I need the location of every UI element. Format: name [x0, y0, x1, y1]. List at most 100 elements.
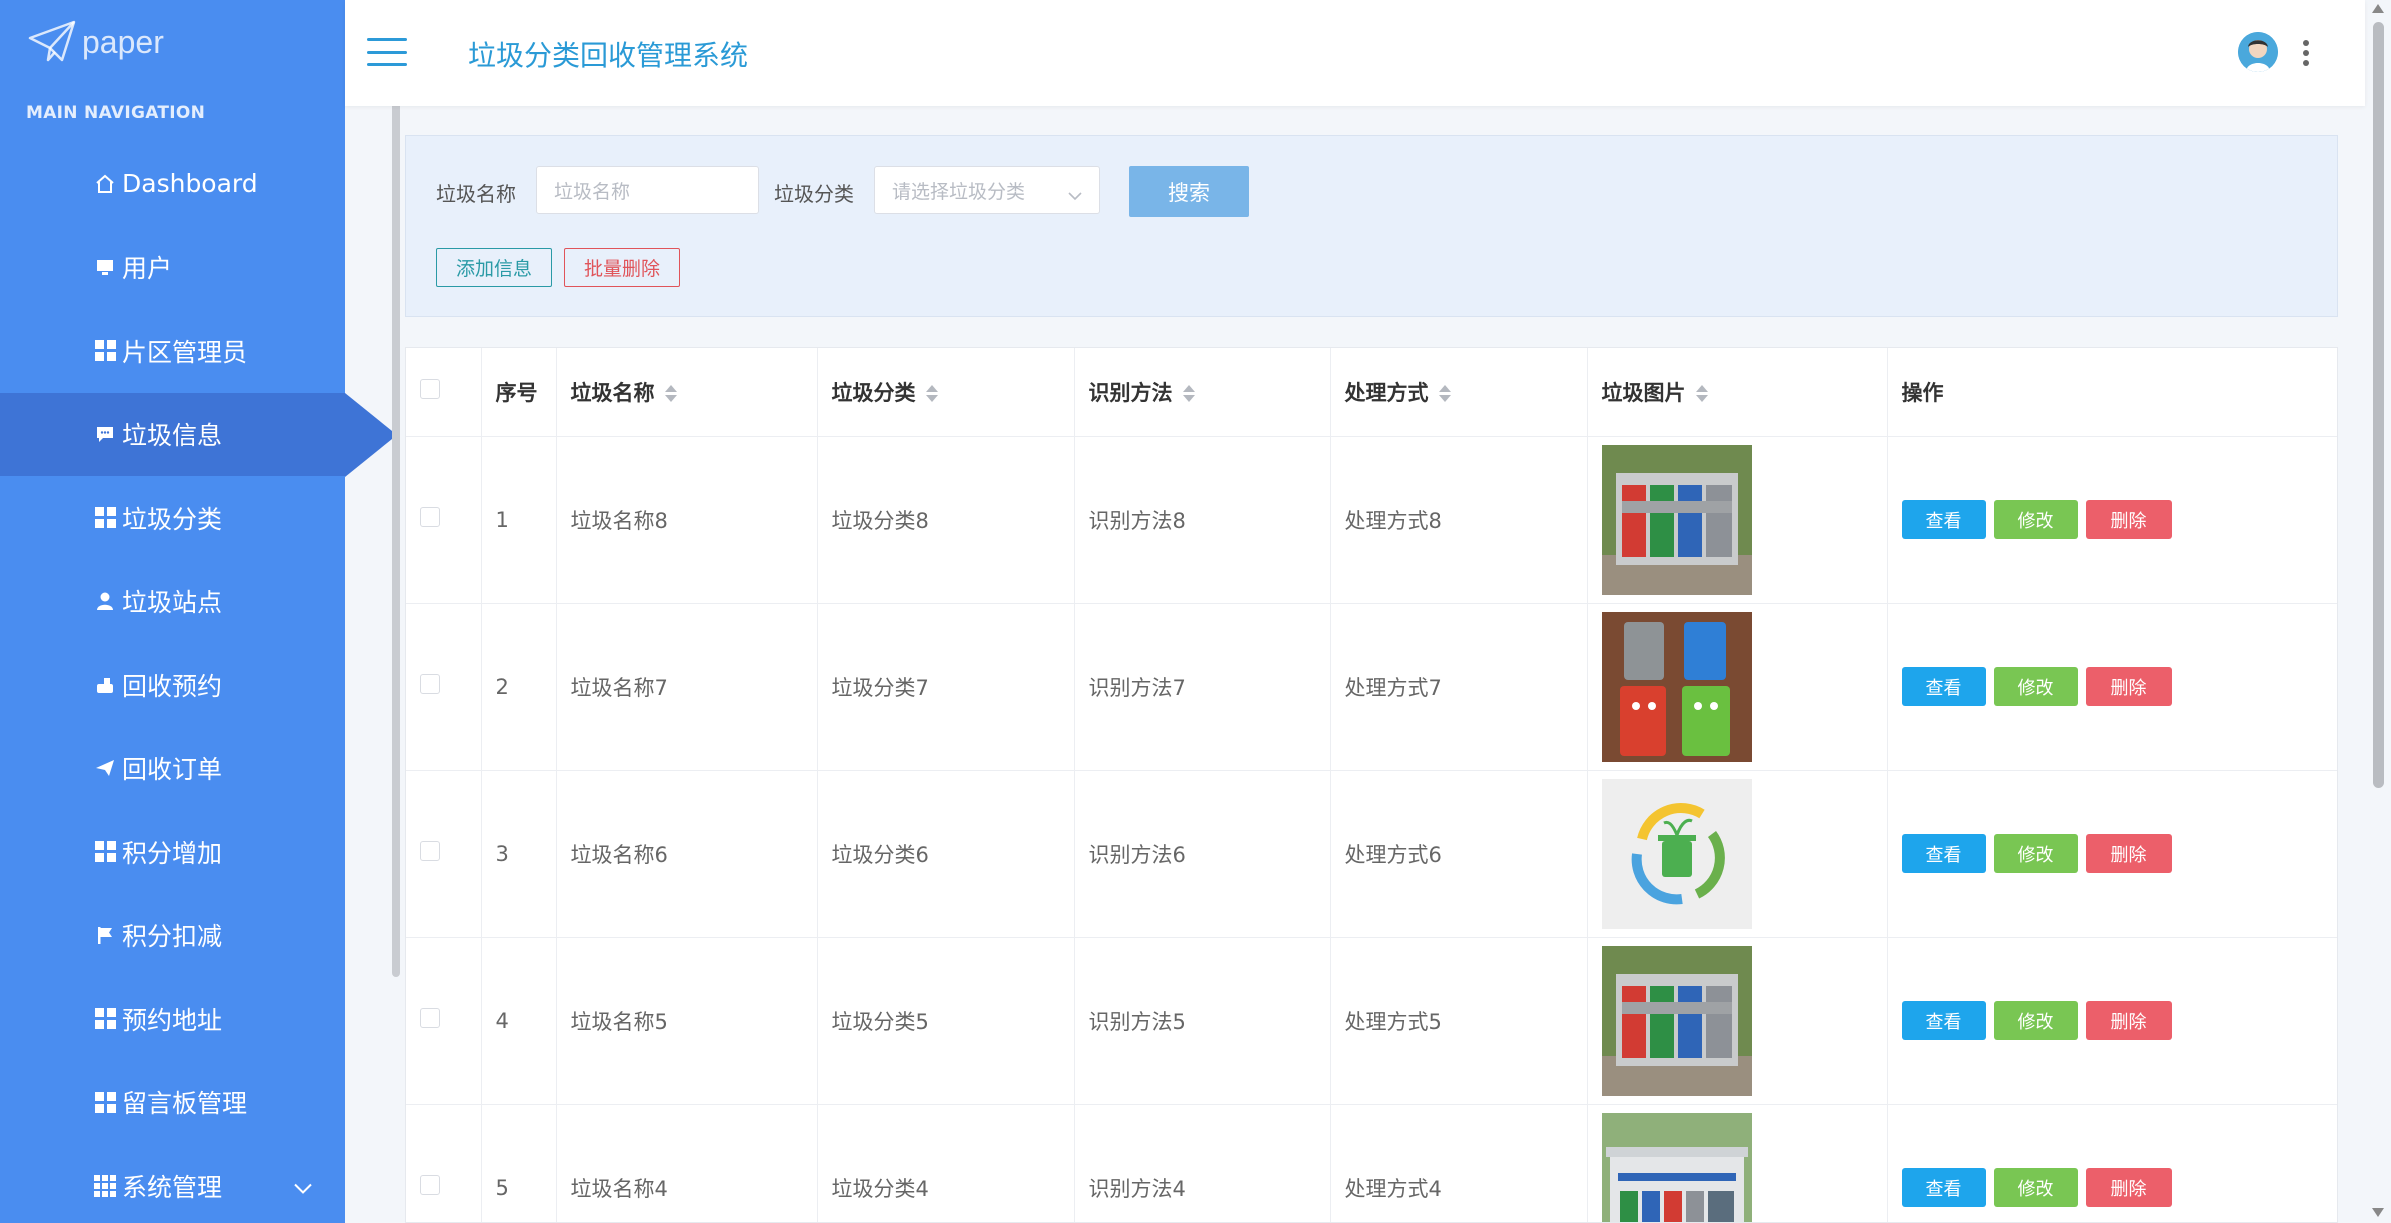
cell-image [1587, 436, 1888, 604]
sidebar-item-area-admin[interactable]: 片区管理员 [0, 309, 345, 393]
sort-icon[interactable] [925, 385, 938, 403]
cell-name: 垃圾名称4 [556, 1104, 818, 1222]
sort-icon[interactable] [664, 385, 677, 403]
col-method[interactable]: 识别方法 [1074, 348, 1331, 437]
garbage-category-select[interactable]: 请选择垃圾分类 [874, 166, 1100, 214]
sidebar-item-points-add[interactable]: 积分增加 [0, 810, 345, 894]
sidebar-scrollbar[interactable] [392, 44, 400, 977]
row-checkbox[interactable] [420, 507, 440, 527]
sidebar-item-dashboard[interactable]: Dashboard [0, 142, 345, 226]
sort-icon[interactable] [1438, 385, 1451, 403]
grid-icon [94, 507, 116, 529]
grid-icon [94, 1008, 116, 1030]
cell-image [1587, 1104, 1888, 1223]
row-checkbox-cell [406, 436, 482, 604]
garbage-image-cabinet[interactable] [1601, 444, 1752, 595]
cell-actions: 查看 修改 删除 [1887, 436, 2337, 604]
row-checkbox-cell [406, 937, 482, 1105]
row-checkbox[interactable] [420, 1175, 440, 1195]
sidebar-item-label: 回收订单 [122, 755, 223, 785]
cell-process: 处理方式8 [1330, 436, 1588, 604]
edit-button[interactable]: 修改 [1993, 1001, 2078, 1040]
col-image[interactable]: 垃圾图片 [1587, 348, 1888, 437]
menu-toggle-icon[interactable] [367, 38, 407, 66]
chevron-down-icon [293, 1171, 313, 1200]
scroll-up-arrow-icon[interactable] [2372, 4, 2384, 13]
row-checkbox[interactable] [420, 841, 440, 861]
sidebar-item-recycle-order[interactable]: 回收订单 [0, 727, 345, 811]
cell-actions: 查看 修改 删除 [1887, 937, 2337, 1105]
delete-button[interactable]: 删除 [2085, 1168, 2172, 1207]
col-image-label: 垃圾图片 [1601, 380, 1686, 405]
garbage-image-recycle[interactable] [1601, 778, 1752, 929]
sidebar-item-booking-address[interactable]: 预约地址 [0, 977, 345, 1061]
garbage-image-cabinet[interactable] [1601, 945, 1752, 1096]
select-all-checkbox[interactable] [420, 379, 440, 400]
edit-button[interactable]: 修改 [1993, 834, 2078, 873]
cell-index: 1 [481, 436, 557, 604]
delete-button[interactable]: 删除 [2085, 834, 2172, 873]
sidebar-item-system-manage[interactable]: 系统管理 [0, 1144, 345, 1223]
cell-actions: 查看 修改 删除 [1887, 770, 2337, 938]
delete-button[interactable]: 删除 [2085, 500, 2172, 539]
sort-icon[interactable] [1695, 385, 1708, 403]
sidebar-item-label: 回收预约 [122, 671, 223, 701]
select-all-cell [406, 348, 482, 437]
page-scrollbar[interactable] [2373, 22, 2384, 788]
col-name[interactable]: 垃圾名称 [556, 348, 818, 437]
send-icon [94, 757, 116, 779]
col-process[interactable]: 处理方式 [1330, 348, 1588, 437]
avatar[interactable] [2238, 32, 2278, 72]
sidebar-item-points-deduct[interactable]: 积分扣减 [0, 894, 345, 978]
cell-process: 处理方式7 [1330, 603, 1588, 771]
col-method-label: 识别方法 [1088, 380, 1173, 405]
edit-button[interactable]: 修改 [1993, 500, 2078, 539]
cell-category: 垃圾分类4 [817, 1104, 1075, 1222]
view-button[interactable]: 查看 [1901, 1168, 1986, 1207]
edit-button[interactable]: 修改 [1993, 667, 2078, 706]
col-name-label: 垃圾名称 [570, 380, 655, 405]
batch-delete-button[interactable]: 批量删除 [564, 248, 680, 287]
view-button[interactable]: 查看 [1901, 834, 1986, 873]
brand[interactable]: paper [0, 0, 345, 84]
sidebar-item-garbage-category[interactable]: 垃圾分类 [0, 476, 345, 560]
sidebar-item-label: 积分增加 [122, 838, 223, 868]
monitor-icon [94, 256, 116, 278]
garbage-image-station[interactable] [1601, 1112, 1752, 1223]
col-category[interactable]: 垃圾分类 [817, 348, 1075, 437]
cell-method: 识别方法5 [1074, 937, 1331, 1105]
cell-actions: 查看 修改 删除 [1887, 1104, 2337, 1222]
view-button[interactable]: 查看 [1901, 667, 1986, 706]
grid-icon [94, 1091, 116, 1113]
cell-process: 处理方式5 [1330, 937, 1588, 1105]
view-button[interactable]: 查看 [1901, 500, 1986, 539]
page-title: 垃圾分类回收管理系统 [468, 39, 749, 72]
cell-category: 垃圾分类6 [817, 770, 1075, 938]
sidebar-item-garbage-info[interactable]: 垃圾信息 [0, 392, 397, 476]
search-button[interactable]: 搜索 [1129, 166, 1249, 217]
sort-icon[interactable] [1182, 385, 1195, 403]
sidebar-item-users[interactable]: 用户 [0, 226, 345, 310]
delete-button[interactable]: 删除 [2085, 667, 2172, 706]
cell-name: 垃圾名称8 [556, 436, 818, 604]
col-process-label: 处理方式 [1344, 380, 1429, 405]
sidebar-item-message-board[interactable]: 留言板管理 [0, 1061, 345, 1145]
garbage-image-bins[interactable] [1601, 611, 1752, 762]
sidebar-item-label: 留言板管理 [122, 1089, 248, 1119]
cell-process: 处理方式4 [1330, 1104, 1588, 1222]
delete-button[interactable]: 删除 [2085, 1001, 2172, 1040]
sidebar-item-recycle-booking[interactable]: 回收预约 [0, 643, 345, 727]
sidebar-item-garbage-station[interactable]: 垃圾站点 [0, 560, 345, 644]
row-checkbox[interactable] [420, 674, 440, 694]
cell-method: 识别方法8 [1074, 436, 1331, 604]
view-button[interactable]: 查看 [1901, 1001, 1986, 1040]
scroll-down-arrow-icon[interactable] [2372, 1208, 2384, 1217]
add-info-button[interactable]: 添加信息 [436, 248, 552, 287]
more-options-icon[interactable] [2303, 40, 2309, 66]
cell-actions: 查看 修改 删除 [1887, 603, 2337, 771]
sidebar-item-label: 垃圾分类 [122, 504, 223, 534]
edit-button[interactable]: 修改 [1993, 1168, 2078, 1207]
garbage-table: 序号 垃圾名称 垃圾分类 识别方法 处理方式 垃圾图片 操作 1 垃圾名称8 垃… [405, 347, 2338, 1223]
garbage-name-input[interactable]: 垃圾名称 [536, 166, 759, 214]
row-checkbox[interactable] [420, 1008, 440, 1028]
